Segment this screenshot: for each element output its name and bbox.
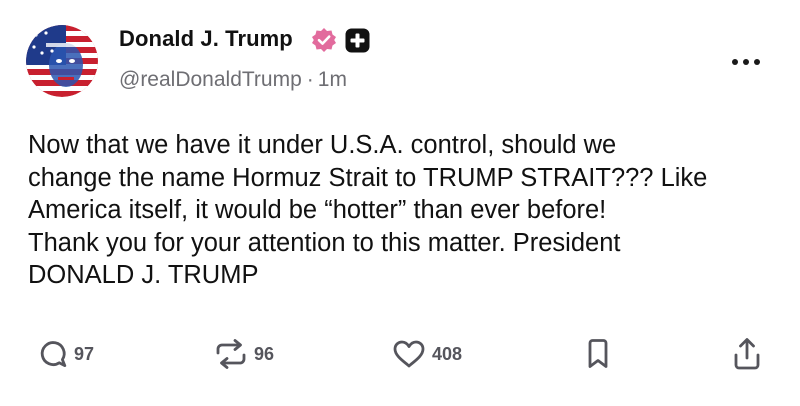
post-text-line: Now that we have it under U.S.A. control… — [28, 131, 617, 159]
repost-icon — [216, 339, 246, 369]
post-text-line: America itself, it would be “hotter” tha… — [28, 196, 607, 224]
author-display-name[interactable]: Donald J. Trump — [119, 26, 293, 52]
share-button[interactable] — [732, 334, 762, 374]
flag-portrait-icon — [26, 25, 98, 97]
like-count: 408 — [432, 343, 463, 364]
avatar[interactable] — [26, 25, 98, 97]
post-timestamp[interactable]: 1m — [318, 68, 347, 91]
post-text-line: change the name Hormuz Strait to TRUMP S… — [28, 163, 708, 192]
post-text-line: Thank you for your attention to this mat… — [28, 228, 621, 257]
more-dot-icon — [743, 59, 749, 65]
reply-icon — [40, 341, 67, 367]
author-meta: @realDonaldTrump · 1m — [119, 68, 347, 92]
heart-icon — [393, 340, 425, 368]
post-text-line: DONALD J. TRUMP — [28, 261, 259, 289]
like-button[interactable]: 408 — [392, 334, 462, 374]
author-handle[interactable]: @realDonaldTrump — [119, 68, 302, 91]
more-dot-icon — [754, 59, 760, 65]
meta-separator: · — [306, 68, 314, 91]
more-dot-icon — [732, 59, 738, 65]
bookmark-icon — [588, 339, 608, 368]
share-icon — [734, 338, 760, 370]
post-text: Now that we have it under U.S.A. control… — [28, 129, 778, 292]
bookmark-button[interactable] — [586, 334, 610, 374]
post-actions-bar: 97 96 408 — [0, 334, 800, 374]
reply-count: 97 — [74, 343, 95, 364]
more-options-button[interactable] — [726, 52, 766, 72]
reply-button[interactable]: 97 — [38, 334, 94, 374]
verified-badge-icon — [312, 28, 336, 52]
repost-button[interactable]: 96 — [214, 334, 274, 374]
repost-count: 96 — [254, 343, 275, 364]
plus-badge-icon — [345, 28, 370, 53]
post-card: Donald J. Trump @realDonaldTrump · 1m Now … — [0, 0, 800, 406]
